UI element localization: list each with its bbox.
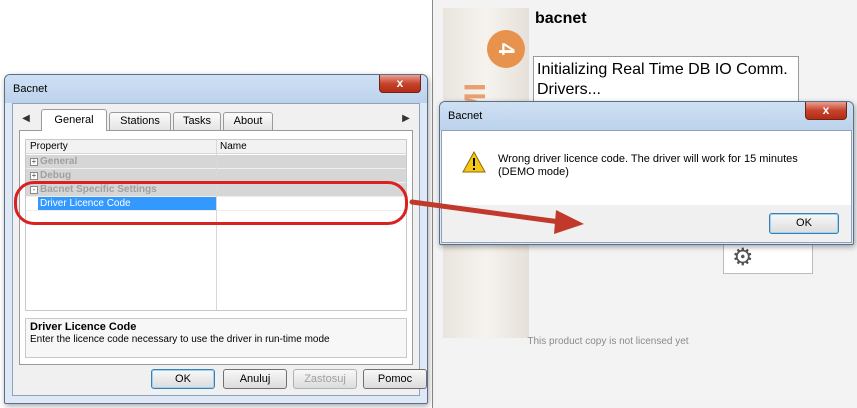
ok-button[interactable]: OK [769,213,839,234]
settings-titlebar[interactable]: Bacnet x [5,75,427,103]
error-dialog: Bacnet x Wrong driver licence code. The … [439,101,854,245]
tab-scroll-right-icon[interactable]: ▶ [399,112,413,126]
tab-panel-general: Property Name + General + Debug - Bacnet… [19,130,413,365]
highlight-annotation [14,181,408,225]
splash-status-text: Initializing Real Time DB IO Comm. Drive… [533,56,799,102]
expand-icon[interactable]: + [30,158,38,166]
tab-scroll-left-icon[interactable]: ◀ [19,112,33,126]
gear-icon: ⚙ [723,240,813,274]
warning-icon [462,151,486,173]
tab-about[interactable]: About [223,112,273,130]
tab-strip: ◀ General Stations Tasks About ▶ [19,108,413,131]
ok-button[interactable]: OK [151,369,215,389]
settings-dialog: Bacnet x ◀ General Stations Tasks About … [4,74,428,404]
description-title: Driver Licence Code [30,321,137,333]
close-button[interactable]: x [379,75,421,93]
grid-row-label: General [40,156,78,167]
settings-body: ◀ General Stations Tasks About ▶ Propert… [12,103,427,396]
description-text: Enter the licence code necessary to use … [30,334,330,345]
grid-row-label: Debug [40,170,72,181]
error-message: Wrong driver licence code. The driver wi… [498,153,798,178]
column-header-name: Name [220,141,247,152]
splash-title: bacnet [535,10,587,27]
expand-icon[interactable]: + [30,172,38,180]
help-button[interactable]: Pomoc [363,369,427,389]
column-header-property: Property [30,141,68,152]
tab-tasks[interactable]: Tasks [173,112,221,130]
tab-general[interactable]: General [41,109,107,131]
apply-button: Zastosuj [293,369,357,389]
license-note: This product copy is not licensed yet [527,336,689,347]
error-message-area: Wrong driver licence code. The driver wi… [442,131,851,205]
error-title: Bacnet [448,110,483,122]
description-panel: Driver Licence Code Enter the licence co… [25,318,407,358]
cancel-button[interactable]: Anuluj [223,369,287,389]
column-divider[interactable] [216,140,217,310]
settings-title: Bacnet [13,83,48,95]
close-button[interactable]: x [805,102,847,120]
error-titlebar[interactable]: Bacnet x [440,102,853,130]
tab-stations[interactable]: Stations [109,112,171,130]
property-grid: Property Name + General + Debug - Bacnet… [25,139,407,311]
error-body: Wrong driver licence code. The driver wi… [441,130,852,243]
